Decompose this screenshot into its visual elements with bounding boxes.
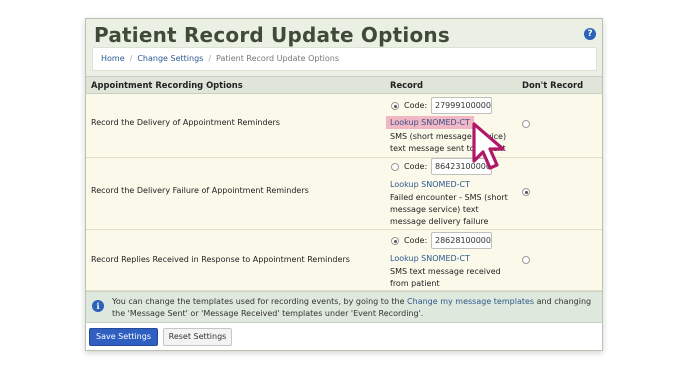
record-radio[interactable] [391,237,399,245]
breadcrumb-separator: / [129,54,133,63]
page-title: Patient Record Update Options [94,23,450,47]
code-label: Code: [404,101,428,110]
reset-settings-button[interactable]: Reset Settings [163,328,232,346]
button-bar: Save Settings Reset Settings [86,323,602,350]
table-row: Record Replies Received in Response to A… [86,230,602,291]
row-label: Record Replies Received in Response to A… [91,255,350,264]
change-templates-link[interactable]: Change my message templates [407,297,534,306]
lookup-snomed-link[interactable]: Lookup SNOMED-CT [386,116,475,129]
table-row: Record the Delivery of Appointment Remin… [86,94,602,158]
code-label: Code: [404,162,428,171]
lookup-snomed-link[interactable]: Lookup SNOMED-CT [390,254,470,263]
dont-record-radio[interactable] [522,188,530,196]
info-text-before: You can change the templates used for re… [112,297,408,306]
table-header: Appointment Recording Options Record Don… [86,76,602,94]
info-icon: i [92,300,104,312]
pointer-cursor-icon [472,122,505,170]
breadcrumb-separator: / [208,54,212,63]
record-radio[interactable] [391,102,399,110]
code-label: Code: [404,236,428,245]
breadcrumb-home-link[interactable]: Home [101,54,125,63]
code-input[interactable]: 279991000000 [431,97,492,114]
info-text: You can change the templates used for re… [112,296,598,320]
table-row: Record the Delivery Failure of Appointme… [86,158,602,230]
breadcrumb-current: Patient Record Update Options [216,54,339,63]
dont-record-radio[interactable] [522,256,530,264]
page-header: Patient Record Update Options ? Home / Cha… [86,19,602,76]
header-options: Appointment Recording Options [91,80,243,90]
code-description: SMS text message received from patient [390,267,501,288]
row-label: Record the Delivery Failure of Appointme… [91,186,309,195]
row-label: Record the Delivery of Appointment Remin… [91,118,280,127]
breadcrumb: Home / Change Settings / Patient Record Upda… [92,47,597,71]
breadcrumb-settings-link[interactable]: Change Settings [137,54,203,63]
info-notice: i You can change the templates used for … [86,291,602,323]
help-icon[interactable]: ? [584,28,596,40]
code-description: Failed encounter - SMS (short message se… [390,193,508,226]
header-record: Record [390,80,423,90]
dont-record-radio[interactable] [522,120,530,128]
settings-panel: Patient Record Update Options ? Home / Cha… [85,18,603,351]
code-input[interactable]: 286281000000 [431,232,492,249]
save-settings-button[interactable]: Save Settings [89,328,158,346]
header-dont-record: Don't Record [522,80,584,90]
record-radio[interactable] [391,163,399,171]
lookup-snomed-link[interactable]: Lookup SNOMED-CT [390,180,470,189]
